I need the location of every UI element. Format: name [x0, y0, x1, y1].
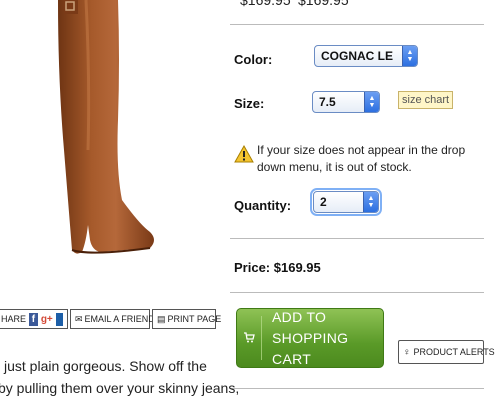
quantity-label: Quantity:: [234, 198, 292, 213]
bell-icon: ♀: [403, 346, 411, 358]
add-to-cart-button[interactable]: ADD TO SHOPPING CART: [236, 308, 384, 368]
warning-icon: [234, 145, 254, 163]
share-button[interactable]: HARE f g+: [0, 309, 68, 329]
chevron-updown-icon: ▲ ▼: [364, 92, 379, 112]
color-select[interactable]: COGNAC LE ▲ ▼: [314, 45, 418, 67]
price: Price: $169.95: [234, 260, 321, 275]
stock-notice-line2: down menu, it is out of stock.: [257, 160, 412, 174]
size-select-value: 7.5: [319, 95, 336, 109]
divider: [230, 292, 484, 293]
quantity-select[interactable]: 2 ▲ ▼: [310, 188, 382, 216]
button-separator: [261, 316, 263, 360]
add-to-cart-label: ADD TO SHOPPING CART: [272, 307, 383, 370]
print-icon: ▤: [157, 313, 166, 324]
size-chart-link[interactable]: size chart: [398, 91, 454, 109]
share-label: HARE: [1, 314, 27, 324]
stock-notice-line1: If your size does not appear in the drop: [257, 143, 466, 157]
facebook-icon: f: [29, 312, 38, 326]
print-page-button[interactable]: ▤ PRINT PAGE: [152, 309, 221, 329]
email-friend-label: EMAIL A FRIEND: [84, 314, 155, 324]
print-page-label: PRINT PAGE: [167, 314, 222, 324]
add-to-cart-line1: ADD TO: [272, 308, 327, 325]
myspace-icon: [55, 312, 63, 326]
product-alerts-button[interactable]: ♀ PRODUCT ALERTS: [398, 340, 495, 364]
quantity-select-value: 2: [320, 195, 327, 209]
email-friend-button[interactable]: ✉ EMAIL A FRIEND: [70, 309, 155, 329]
description-line2: by pulling them over your skinny jeans,: [0, 380, 240, 396]
size-label: Size:: [234, 96, 265, 111]
sale-price: $169.95: [298, 0, 349, 8]
product-boot-image: [58, 0, 154, 254]
size-select[interactable]: 7.5 ▲ ▼: [312, 91, 380, 113]
description-line1: just plain gorgeous. Show off the: [4, 358, 207, 374]
divider: [230, 388, 484, 389]
chevron-updown-icon: ▲ ▼: [363, 192, 378, 212]
divider: [230, 24, 484, 25]
product-alerts-label: PRODUCT ALERTS: [413, 347, 495, 357]
price-value: $169.95: [273, 260, 321, 275]
chevron-updown-icon: ▲ ▼: [402, 46, 417, 66]
color-select-value: COGNAC LE: [321, 49, 393, 63]
add-to-cart-line2: SHOPPING CART: [272, 329, 349, 367]
color-label: Color:: [234, 52, 273, 67]
envelope-icon: ✉: [75, 313, 83, 324]
cart-icon: [237, 331, 261, 346]
list-price: $169.95: [240, 0, 291, 8]
stock-notice: If your size does not appear in the drop…: [257, 142, 465, 176]
divider: [230, 238, 484, 239]
google-plus-icon: g+: [40, 313, 53, 325]
price-label: Price:: [234, 260, 271, 275]
